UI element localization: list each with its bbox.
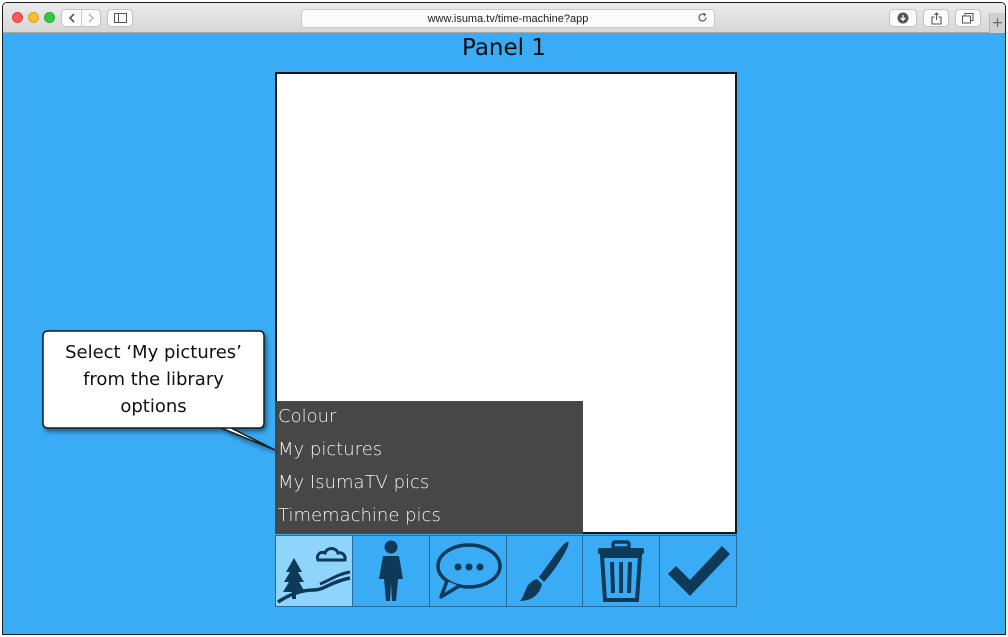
delete-tool-button[interactable]	[583, 536, 661, 606]
instruction-callout: Select ‘My pictures’ from the library op…	[42, 330, 276, 451]
menu-item-my-pictures[interactable]: My pictures	[275, 434, 583, 467]
sidebar-icon[interactable]	[107, 9, 133, 27]
plus-icon[interactable]: +	[989, 13, 1005, 33]
browser-toolbar: www.isuma.tv/time-machine?app +	[3, 3, 1005, 33]
speech-tool-button[interactable]	[430, 536, 507, 606]
callout-line-3: options	[120, 396, 187, 417]
library-menu: Colour My pictures My IsumaTV pics Timem…	[275, 401, 583, 534]
callout-text: Select ‘My pictures’ from the library op…	[43, 339, 264, 420]
background-tool-button[interactable]	[276, 536, 353, 606]
menu-item-timemachine-pics[interactable]: Timemachine pics	[275, 500, 583, 533]
maximize-window-button[interactable]	[44, 12, 55, 23]
paint-tool-button[interactable]	[507, 536, 584, 606]
page-title: Panel 1	[462, 35, 546, 61]
url-text: www.isuma.tv/time-machine?app	[427, 12, 589, 25]
character-tool-button[interactable]	[353, 536, 430, 606]
done-tool-button[interactable]	[660, 536, 736, 606]
share-icon[interactable]	[923, 9, 949, 27]
checkmark-icon	[668, 546, 731, 596]
background-landscape-icon	[277, 547, 351, 604]
callout-line-1: Select ‘My pictures’	[65, 342, 242, 363]
history-nav	[61, 9, 101, 27]
chevron-left-icon[interactable]	[62, 10, 81, 26]
download-icon[interactable]	[889, 9, 917, 27]
reload-icon[interactable]	[697, 12, 708, 26]
minimize-window-button[interactable]	[28, 12, 39, 23]
browser-window: www.isuma.tv/time-machine?app + Panel 1 …	[2, 2, 1006, 635]
tabs-icon[interactable]	[955, 9, 981, 27]
speech-bubble-icon	[435, 543, 502, 599]
character-person-icon	[378, 540, 403, 601]
paintbrush-icon	[520, 541, 570, 601]
callout-line-2: from the library	[83, 369, 224, 390]
tool-bar	[275, 535, 737, 607]
trash-can-icon	[598, 540, 645, 602]
close-window-button[interactable]	[12, 12, 23, 23]
address-bar[interactable]: www.isuma.tv/time-machine?app	[301, 9, 715, 28]
chevron-right-icon[interactable]	[81, 10, 100, 26]
menu-item-colour[interactable]: Colour	[275, 401, 583, 434]
menu-item-my-isumatv-pics[interactable]: My IsumaTV pics	[275, 467, 583, 500]
